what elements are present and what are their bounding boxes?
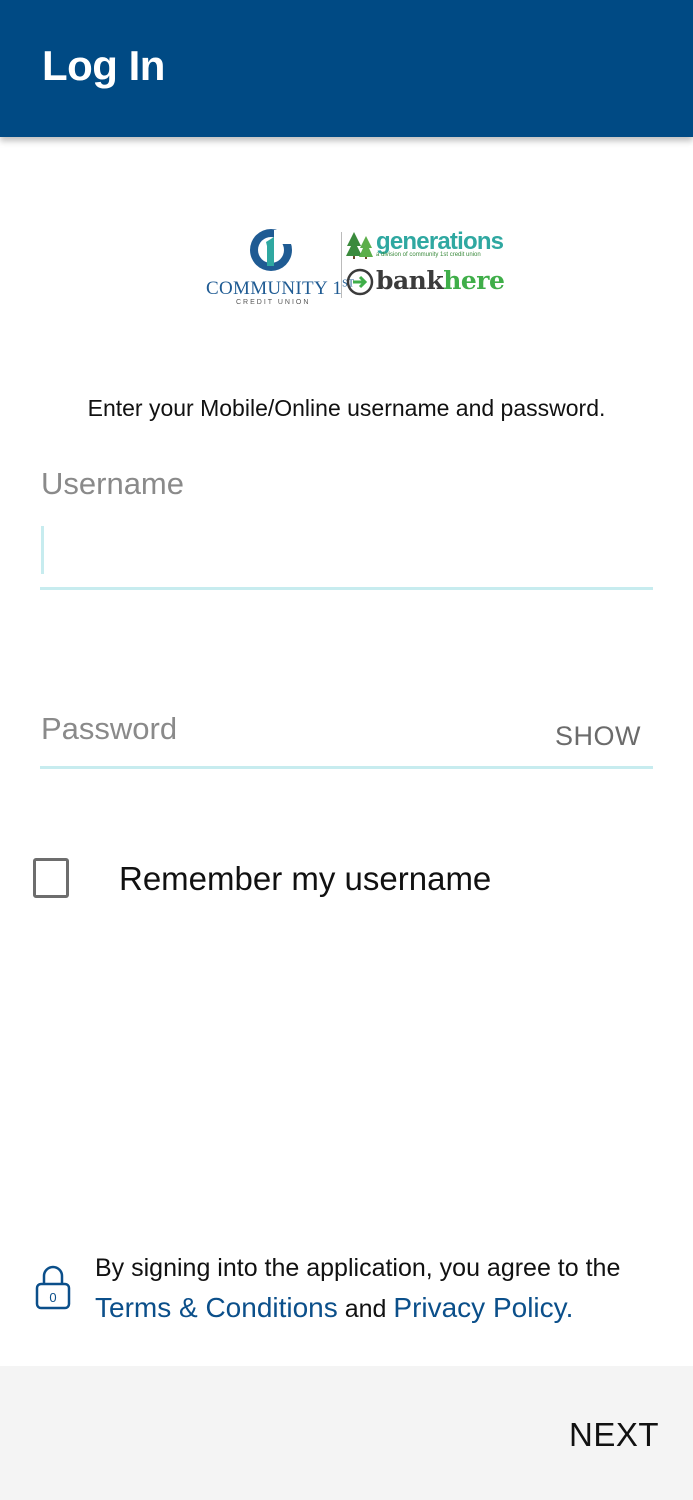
logo-bankhere: bankhere (376, 266, 505, 295)
show-password-button[interactable]: SHOW (555, 721, 641, 752)
logo-divider (341, 232, 342, 298)
username-label: Username (41, 466, 184, 501)
login-instruction: Enter your Mobile/Online username and pa… (87, 395, 606, 421)
username-input[interactable] (40, 516, 653, 588)
bank-logo: COMMUNITY 1ST CREDIT UNION generations a… (200, 222, 505, 312)
svg-text:0: 0 (49, 1290, 56, 1305)
legal-connector: and (344, 1295, 387, 1323)
legal-text: By signing into the application, you agr… (95, 1254, 621, 1282)
logo-community-name: COMMUNITY 1ST (206, 278, 355, 299)
app-bar: Log In (0, 0, 693, 137)
terms-link[interactable]: Terms & Conditions (95, 1292, 338, 1323)
privacy-link[interactable]: Privacy Policy. (393, 1292, 573, 1323)
username-underline (40, 587, 653, 590)
arrow-circle-icon (346, 268, 374, 296)
page-title: Log In (42, 42, 165, 89)
password-underline (40, 766, 653, 769)
logo-credit-union: CREDIT UNION (236, 299, 311, 306)
remember-checkbox[interactable] (33, 858, 69, 898)
password-input[interactable] (40, 700, 540, 766)
footer-bar: NEXT (0, 1366, 693, 1500)
lock-icon: 0 (35, 1265, 71, 1310)
next-button[interactable]: NEXT (569, 1416, 659, 1454)
logo-generations-tagline: a division of community 1st credit union (376, 252, 481, 258)
trees-icon (346, 232, 373, 259)
legal-notice: By signing into the application, you agr… (95, 1248, 655, 1329)
remember-label[interactable]: Remember my username (119, 860, 491, 898)
